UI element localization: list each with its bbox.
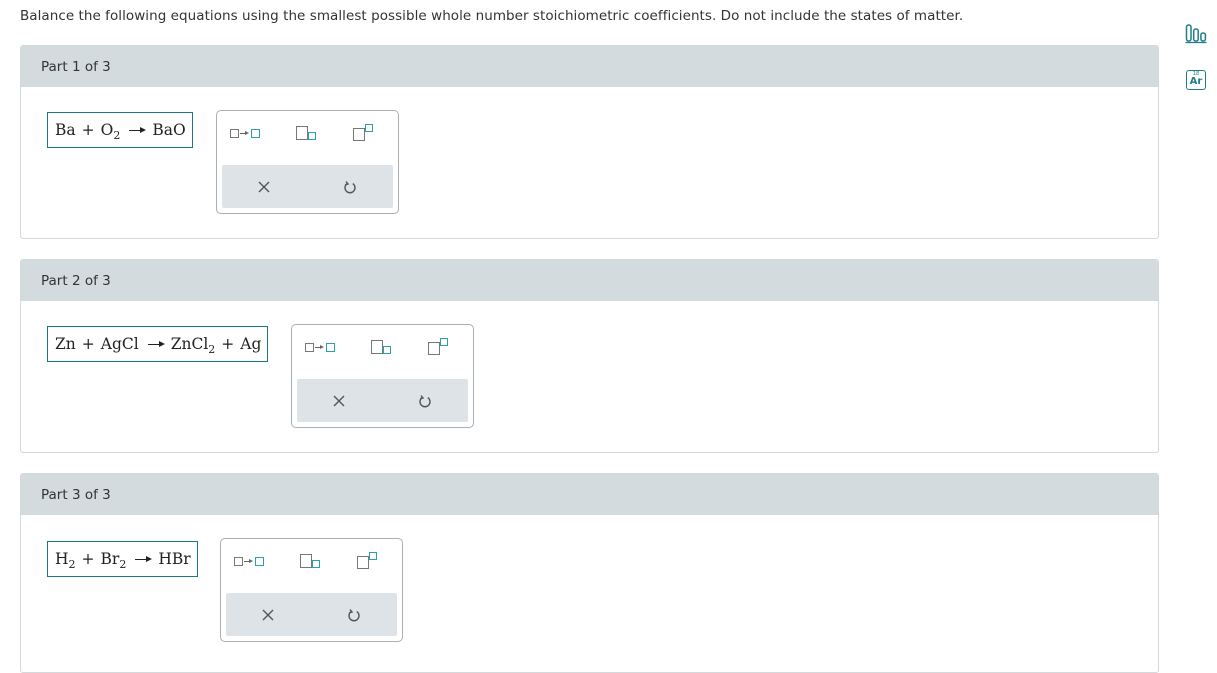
palette-action-bar xyxy=(297,379,468,422)
reaction-arrow-tool[interactable] xyxy=(234,552,264,570)
equation-part-3[interactable]: H2 + Br2 HBr xyxy=(47,541,198,577)
reactant-2: Br2 xyxy=(100,550,127,571)
superscript-tool[interactable] xyxy=(353,124,373,142)
palette-action-bar xyxy=(222,165,393,208)
plus-sign: + xyxy=(81,121,95,139)
base-box-icon xyxy=(428,342,440,355)
plus-sign: + xyxy=(221,335,235,353)
equation-part-1[interactable]: Ba + O2 BaO xyxy=(47,112,193,148)
clear-button[interactable] xyxy=(238,593,298,636)
part-1-header-label: Part 1 of 3 xyxy=(41,58,111,75)
base-box-icon xyxy=(357,556,369,569)
undo-icon xyxy=(419,394,431,407)
data-chart-button[interactable] xyxy=(1184,21,1208,45)
product-box-icon xyxy=(251,128,260,138)
superscript-tool[interactable] xyxy=(428,338,448,356)
close-icon xyxy=(333,395,345,406)
reactant-box-icon xyxy=(305,342,314,352)
part-1-header: Part 1 of 3 xyxy=(21,46,1158,87)
reset-button[interactable] xyxy=(324,593,384,636)
base-box-icon xyxy=(300,554,312,568)
part-3-header: Part 3 of 3 xyxy=(21,474,1158,515)
subscript-tool[interactable] xyxy=(371,338,391,356)
product-box-icon xyxy=(326,342,335,352)
superscript-box-icon xyxy=(365,124,373,132)
instructions-text: Balance the following equations using th… xyxy=(20,8,964,24)
subscript-tool[interactable] xyxy=(296,124,316,142)
reactant-box-icon xyxy=(230,128,239,138)
arrow-icon xyxy=(315,343,325,351)
data-chart-icon xyxy=(1185,24,1207,44)
close-icon xyxy=(258,181,270,192)
superscript-box-icon xyxy=(440,338,448,346)
part-1-panel: Part 1 of 3 Ba + O2 BaO xyxy=(20,45,1159,239)
plus-sign: + xyxy=(81,335,95,353)
clear-button[interactable] xyxy=(309,379,369,422)
product-1: BaO xyxy=(152,121,186,139)
undo-icon xyxy=(344,180,356,193)
base-box-icon xyxy=(371,340,383,354)
subscript-tool[interactable] xyxy=(300,552,320,570)
reaction-arrow-tool[interactable] xyxy=(230,124,260,142)
product-1: ZnCl2 xyxy=(170,335,216,356)
equation-palette-part-2 xyxy=(291,324,474,428)
reactant-1: Ba xyxy=(55,121,76,139)
reaction-arrow xyxy=(135,555,153,563)
superscript-box-icon xyxy=(369,552,377,560)
reactant-2: O2 xyxy=(100,121,121,142)
subscript-box-icon xyxy=(312,560,320,568)
arrow-icon xyxy=(240,129,250,137)
reaction-arrow-tool[interactable] xyxy=(305,338,335,356)
subscript-box-icon xyxy=(308,132,316,140)
reactant-2: AgCl xyxy=(100,335,139,353)
reactant-1: Zn xyxy=(55,335,76,353)
part-2-panel: Part 2 of 3 Zn + AgCl ZnCl2 + Ag xyxy=(20,259,1159,453)
superscript-tool[interactable] xyxy=(357,552,377,570)
part-3-header-label: Part 3 of 3 xyxy=(41,486,111,503)
clear-button[interactable] xyxy=(234,165,294,208)
undo-icon xyxy=(348,608,360,621)
part-2-header: Part 2 of 3 xyxy=(21,260,1158,301)
product-2: Ag xyxy=(240,335,262,353)
reaction-arrow xyxy=(129,126,147,134)
product-box-icon xyxy=(255,556,264,566)
subscript-box-icon xyxy=(383,346,391,354)
plus-sign: + xyxy=(81,550,95,568)
periodic-table-icon: 18 Ar xyxy=(1186,70,1206,90)
equation-palette-part-1 xyxy=(216,110,399,214)
palette-action-bar xyxy=(226,593,397,636)
periodic-table-symbol: Ar xyxy=(1189,76,1203,87)
reset-button[interactable] xyxy=(320,165,380,208)
base-box-icon xyxy=(353,128,365,141)
product-1: HBr xyxy=(158,550,191,568)
reactant-1: H2 xyxy=(55,550,76,571)
equation-palette-part-3 xyxy=(220,538,403,642)
equation-part-2[interactable]: Zn + AgCl ZnCl2 + Ag xyxy=(47,326,269,362)
arrow-icon xyxy=(244,557,254,565)
part-3-panel: Part 3 of 3 H2 + Br2 HBr xyxy=(20,473,1159,673)
base-box-icon xyxy=(296,126,308,140)
periodic-table-button[interactable]: 18 Ar xyxy=(1184,68,1208,92)
reaction-arrow xyxy=(147,340,165,348)
close-icon xyxy=(262,609,274,620)
part-2-header-label: Part 2 of 3 xyxy=(41,272,111,289)
reactant-box-icon xyxy=(234,556,243,566)
reset-button[interactable] xyxy=(395,379,455,422)
